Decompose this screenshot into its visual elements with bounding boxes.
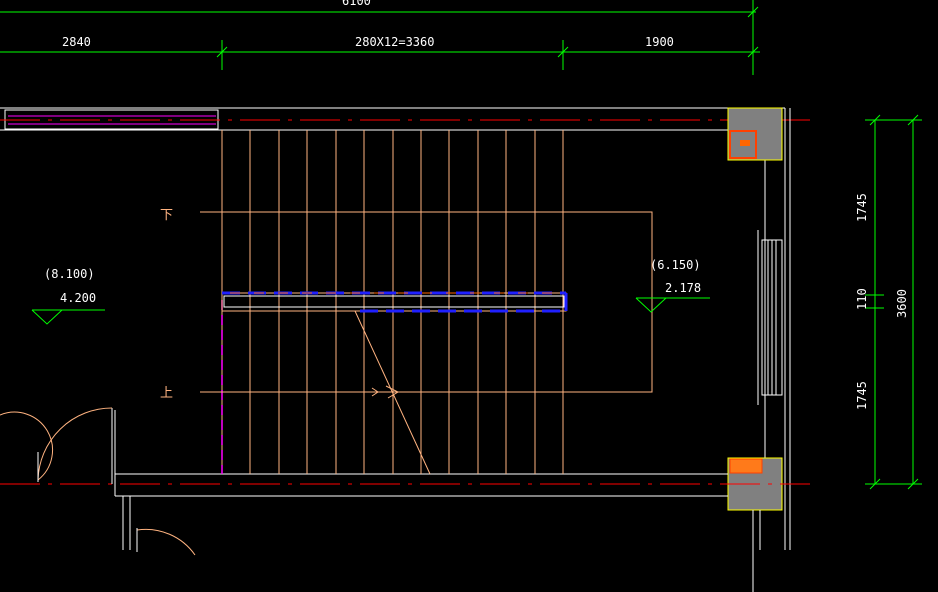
cad-drawing-viewport[interactable]: 6100 2840 280X12=3360 1900 1745 110 1745… xyxy=(0,0,938,592)
dim-left-segment: 2840 xyxy=(62,35,91,49)
elevation-marker-landing xyxy=(635,297,710,313)
elevation-landing-lower: 2.178 xyxy=(665,281,701,295)
dim-right-overall: 3600 xyxy=(895,289,909,318)
top-wall xyxy=(0,107,810,131)
landing-outline xyxy=(200,211,653,393)
elevation-marker-left xyxy=(31,309,105,325)
dim-overall: 6100 xyxy=(342,0,371,8)
dim-right-upper: 1745 xyxy=(855,193,869,222)
right-dimension-chain xyxy=(865,114,922,490)
stair-label-up: 上 xyxy=(160,386,173,401)
dim-middle-segment: 280X12=3360 xyxy=(355,35,434,49)
stair-plan-drawing: 6100 2840 280X12=3360 1900 1745 110 1745… xyxy=(0,0,922,592)
elevation-left-upper: (8.100) xyxy=(44,267,95,281)
dim-right-lower: 1745 xyxy=(855,381,869,410)
elevation-left-lower: 4.200 xyxy=(60,291,96,305)
dim-right-segment: 1900 xyxy=(645,35,674,49)
door-swing-bottom xyxy=(136,528,196,556)
bottom-wall xyxy=(0,408,810,592)
column-top-right xyxy=(727,107,783,161)
stair-treads xyxy=(221,130,564,474)
door-swing-left xyxy=(0,407,113,482)
stair-label-down: 下 xyxy=(160,208,173,223)
dim-right-middle: 110 xyxy=(855,288,869,310)
elevation-landing-upper: (6.150) xyxy=(650,258,701,272)
handrail xyxy=(221,291,568,313)
